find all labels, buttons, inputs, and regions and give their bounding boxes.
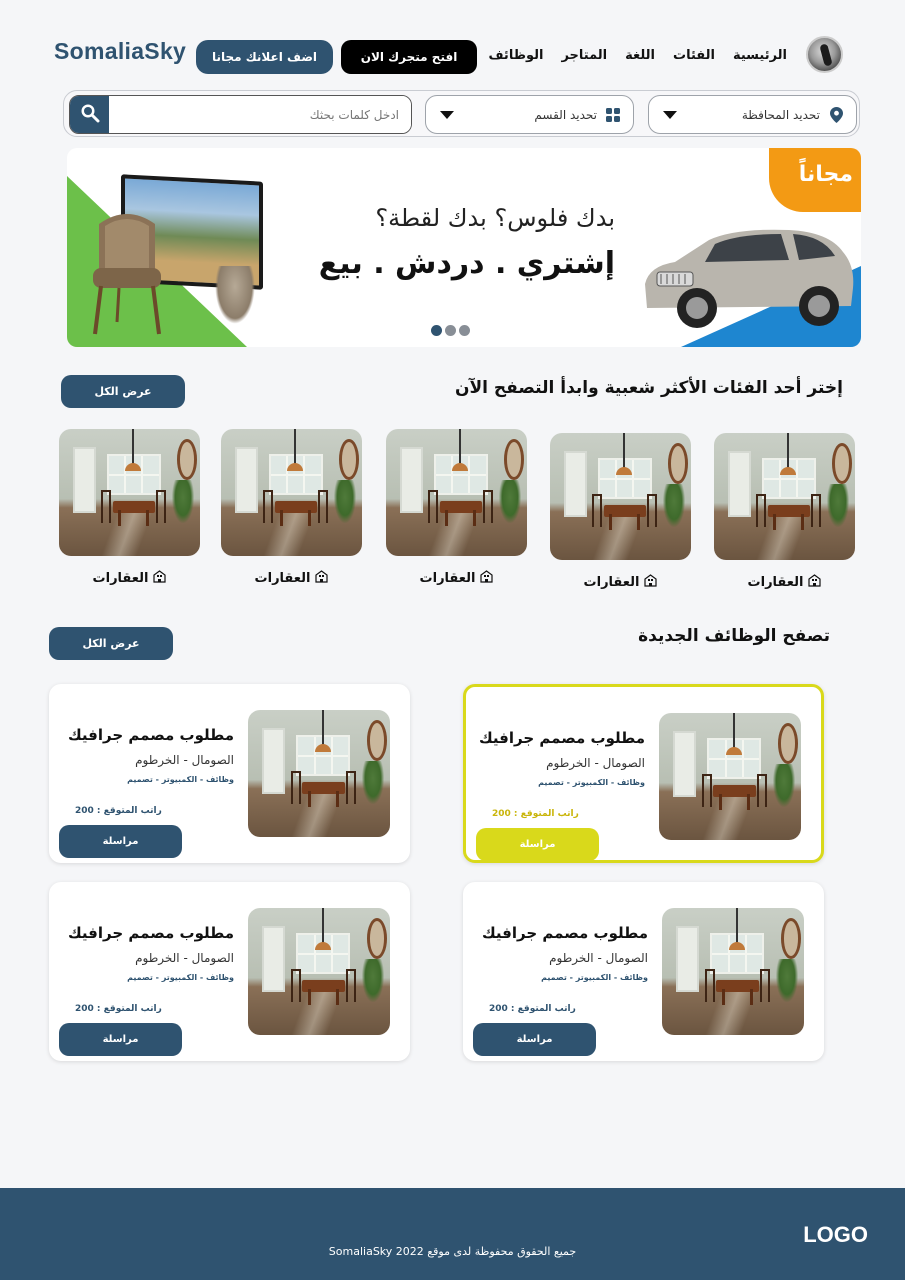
category-label: العقارات bbox=[92, 571, 149, 586]
main-nav: الرئيسية الفئات اللغة المتاجر الوظائف bbox=[488, 48, 787, 63]
job-location: الصومال - الخرطوم bbox=[546, 756, 645, 770]
nav-item-categories[interactable]: الفئات bbox=[673, 48, 715, 63]
chevron-down-icon bbox=[440, 111, 454, 119]
jobs-section-title: تصفح الوظائف الجديدة bbox=[638, 626, 830, 646]
category-image bbox=[386, 429, 527, 556]
nav-item-jobs[interactable]: الوظائف bbox=[488, 48, 543, 63]
job-image bbox=[662, 908, 804, 1035]
building-icon bbox=[315, 570, 329, 587]
carousel-dots bbox=[431, 325, 470, 336]
job-tags: وظائف - الكمبيوتر - تصميم bbox=[541, 973, 648, 982]
job-salary: راتب المتوقع : 200 bbox=[492, 809, 579, 819]
banner-headline: بدك فلوس؟ بدك لقطة؟ bbox=[375, 204, 615, 232]
job-location: الصومال - الخرطوم bbox=[549, 951, 648, 965]
job-location: الصومال - الخرطوم bbox=[135, 753, 234, 767]
category-select-label: تحديد القسم bbox=[534, 107, 597, 122]
search-bar: تحديد المحافظة تحديد القسم bbox=[63, 90, 860, 137]
banner-free-text: مجاناً bbox=[798, 162, 853, 187]
job-title[interactable]: مطلوب مصمم جرافيك bbox=[68, 726, 234, 744]
search-field bbox=[69, 95, 412, 134]
armchair-image bbox=[93, 214, 161, 335]
job-tags: وظائف - الكمبيوتر - تصميم bbox=[538, 778, 645, 787]
category-image bbox=[59, 429, 200, 556]
nav-item-home[interactable]: الرئيسية bbox=[733, 48, 787, 63]
category-card[interactable]: العقارات bbox=[386, 429, 527, 587]
cat-image bbox=[215, 266, 255, 324]
governorate-select[interactable]: تحديد المحافظة bbox=[648, 95, 857, 134]
job-tags: وظائف - الكمبيوتر - تصميم bbox=[127, 775, 234, 784]
category-label: العقارات bbox=[583, 575, 640, 590]
category-image bbox=[714, 433, 855, 560]
building-icon bbox=[153, 570, 167, 587]
search-button[interactable] bbox=[70, 96, 109, 133]
carousel-dot[interactable] bbox=[431, 325, 442, 336]
footer: LOGO جميع الحقوق محفوظة لدى موقع Somalia… bbox=[0, 1188, 905, 1280]
building-icon bbox=[644, 574, 658, 591]
job-image bbox=[659, 713, 801, 840]
add-ad-button[interactable]: اضف اعلانك مجانا bbox=[196, 40, 333, 74]
search-input[interactable] bbox=[109, 96, 411, 133]
job-title[interactable]: مطلوب مصمم جرافيك bbox=[479, 729, 645, 747]
building-icon bbox=[808, 574, 822, 591]
job-salary: راتب المتوقع : 200 bbox=[489, 1004, 576, 1014]
search-icon bbox=[80, 103, 100, 127]
grid-icon bbox=[605, 107, 621, 123]
avatar[interactable] bbox=[806, 36, 843, 73]
site-logo[interactable]: SomaliaSky bbox=[54, 38, 186, 65]
promo-banner[interactable]: مجاناً بدك فلوس؟ بدك لقطة؟ إشتري . دردش … bbox=[67, 148, 861, 347]
message-button[interactable]: مراسلة bbox=[59, 1023, 182, 1056]
carousel-dot[interactable] bbox=[459, 325, 470, 336]
categories-section-title: إختر أحد الفئات الأكثر شعبية وابدأ التصف… bbox=[455, 378, 843, 398]
category-card[interactable]: العقارات bbox=[714, 433, 855, 591]
job-card[interactable]: مطلوب مصمم جرافيك الصومال - الخرطوم وظائ… bbox=[49, 684, 410, 863]
job-image bbox=[248, 710, 390, 837]
job-location: الصومال - الخرطوم bbox=[135, 951, 234, 965]
category-card[interactable]: العقارات bbox=[59, 429, 200, 587]
open-store-button[interactable]: افتح متجرك الان bbox=[341, 40, 477, 74]
carousel-dot[interactable] bbox=[445, 325, 456, 336]
category-label: العقارات bbox=[747, 575, 804, 590]
job-tags: وظائف - الكمبيوتر - تصميم bbox=[127, 973, 234, 982]
job-salary: راتب المتوقع : 200 bbox=[75, 1004, 162, 1014]
building-icon bbox=[480, 570, 494, 587]
category-label: العقارات bbox=[419, 571, 476, 586]
jobs-view-all-button[interactable]: عرض الكل bbox=[49, 627, 173, 660]
message-button[interactable]: مراسلة bbox=[59, 825, 182, 858]
category-image bbox=[550, 433, 691, 560]
nav-item-stores[interactable]: المتاجر bbox=[561, 48, 607, 63]
job-card[interactable]: مطلوب مصمم جرافيك الصومال - الخرطوم وظائ… bbox=[463, 882, 824, 1061]
car-image bbox=[645, 229, 854, 328]
banner-tagline: إشتري . دردش . بيع bbox=[318, 246, 615, 281]
category-image bbox=[221, 429, 362, 556]
category-label: العقارات bbox=[254, 571, 311, 586]
job-salary: راتب المتوقع : 200 bbox=[75, 806, 162, 816]
category-select[interactable]: تحديد القسم bbox=[425, 95, 634, 134]
category-card[interactable]: العقارات bbox=[221, 429, 362, 587]
footer-copyright: جميع الحقوق محفوظة لدى موقع SomaliaSky 2… bbox=[328, 1245, 577, 1258]
message-button[interactable]: مراسلة bbox=[476, 828, 599, 861]
job-card[interactable]: مطلوب مصمم جرافيك الصومال - الخرطوم وظائ… bbox=[49, 882, 410, 1061]
location-pin-icon bbox=[828, 106, 844, 123]
categories-view-all-button[interactable]: عرض الكل bbox=[61, 375, 185, 408]
category-card[interactable]: العقارات bbox=[550, 433, 691, 591]
chevron-down-icon bbox=[663, 111, 677, 119]
message-button[interactable]: مراسلة bbox=[473, 1023, 596, 1056]
job-card[interactable]: مطلوب مصمم جرافيك الصومال - الخرطوم وظائ… bbox=[463, 684, 824, 863]
nav-item-language[interactable]: اللغة bbox=[625, 48, 655, 63]
job-title[interactable]: مطلوب مصمم جرافيك bbox=[482, 924, 648, 942]
job-image bbox=[248, 908, 390, 1035]
governorate-select-label: تحديد المحافظة bbox=[741, 107, 820, 122]
job-title[interactable]: مطلوب مصمم جرافيك bbox=[68, 924, 234, 942]
